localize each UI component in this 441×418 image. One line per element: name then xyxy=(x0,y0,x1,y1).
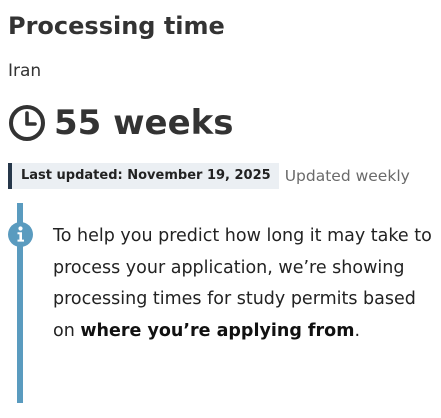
update-info: Last updated: November 19, 2025 Updated … xyxy=(8,163,410,189)
country-label: Iran xyxy=(8,61,42,81)
last-updated-label: Last updated: November 19, 2025 xyxy=(8,163,279,189)
processing-time-value: 55 weeks xyxy=(54,103,234,143)
processing-time: 55 weeks xyxy=(8,100,234,146)
info-text-end: . xyxy=(354,320,361,341)
page-title: Processing time xyxy=(8,12,225,40)
info-text-emphasis: where you’re applying from xyxy=(80,320,355,341)
update-frequency: Updated weekly xyxy=(284,167,410,185)
clock-icon xyxy=(9,105,45,141)
info-message: To help you predict how long it may take… xyxy=(53,221,438,347)
info-icon xyxy=(8,222,33,247)
